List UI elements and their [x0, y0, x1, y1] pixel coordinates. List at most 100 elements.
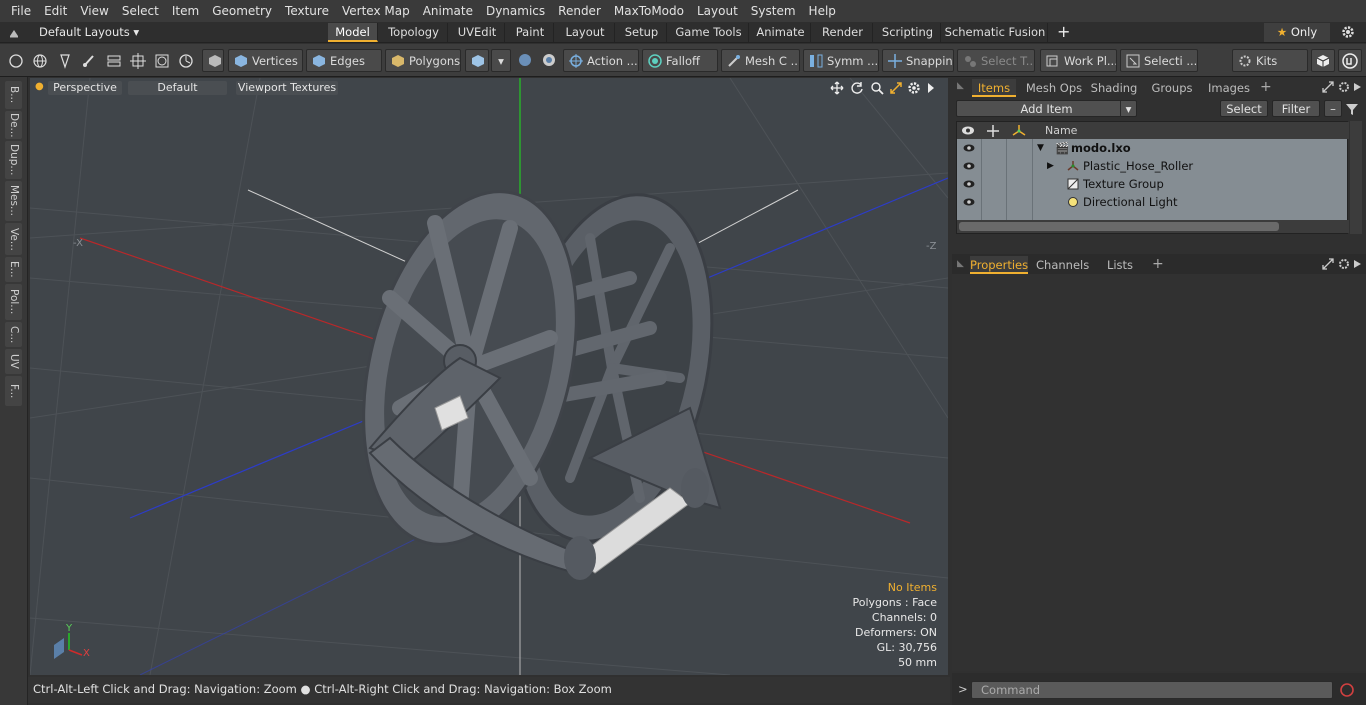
collapse-button[interactable]: –: [1324, 100, 1342, 117]
tab-render[interactable]: Render: [813, 23, 873, 42]
snapping-button[interactable]: Snapping: [882, 49, 954, 72]
3d-viewport[interactable]: -X -Z Y X ● Perspective Default Viewport…: [30, 78, 948, 675]
panel-menu-icon[interactable]: ◣: [957, 81, 964, 91]
command-input[interactable]: Command: [971, 681, 1333, 699]
globe-icon[interactable]: [32, 53, 48, 69]
menu-system[interactable]: System: [744, 0, 802, 22]
tab-lists[interactable]: Lists: [1096, 256, 1144, 274]
pen-icon[interactable]: [57, 53, 73, 69]
eye-icon[interactable]: [963, 196, 975, 208]
material-mode-button[interactable]: [465, 49, 489, 72]
tab-setup[interactable]: Setup: [617, 23, 667, 42]
rotate-icon[interactable]: [850, 81, 864, 95]
viewport-gear-icon[interactable]: [907, 81, 921, 95]
menu-layout[interactable]: Layout: [690, 0, 744, 22]
lock-column-icon[interactable]: [987, 125, 999, 137]
viewport-canvas[interactable]: [30, 78, 948, 675]
snap-sphere-icon[interactable]: [517, 52, 533, 68]
left-tab-vertex[interactable]: Ve...: [5, 223, 22, 255]
menu-animate[interactable]: Animate: [416, 0, 479, 22]
item-row-mesh[interactable]: ▶ Plastic_Hose_Roller: [957, 157, 1349, 175]
expand-arrow-icon[interactable]: ▼: [1037, 139, 1044, 157]
selection-sets-button[interactable]: Selecti ...: [1120, 49, 1198, 72]
unreal-button[interactable]: [1338, 49, 1362, 72]
panel-maximize-icon[interactable]: [1322, 258, 1334, 270]
symmetry-button[interactable]: Symm ...: [803, 49, 879, 72]
menu-maxtomodo[interactable]: MaxToModo: [607, 0, 690, 22]
visibility-column-icon[interactable]: [961, 125, 975, 136]
tab-schematic-fusion[interactable]: Schematic Fusion: [943, 23, 1048, 42]
mode-dropdown-button[interactable]: ▾: [491, 49, 511, 72]
left-tab-deform[interactable]: De...: [5, 111, 22, 139]
mesh-constraint-button[interactable]: Mesh C ...: [721, 49, 800, 72]
tab-properties[interactable]: Properties: [970, 256, 1028, 274]
record-icon[interactable]: [1339, 682, 1355, 698]
layout-menu-icon[interactable]: [8, 27, 20, 39]
center-icon[interactable]: [130, 53, 146, 69]
left-tab-basic[interactable]: B...: [5, 81, 22, 109]
timer-icon[interactable]: [178, 53, 194, 69]
add-layout-tab-button[interactable]: +: [1057, 22, 1070, 42]
item-row-light[interactable]: Directional Light: [957, 193, 1349, 211]
select-circle-icon[interactable]: [8, 53, 24, 69]
tab-topology[interactable]: Topology: [380, 23, 448, 42]
action-center-button[interactable]: Action ...: [563, 49, 639, 72]
tab-uvedit[interactable]: UVEdit: [450, 23, 505, 42]
select-button[interactable]: Select: [1220, 100, 1268, 117]
kits-button[interactable]: Kits: [1232, 49, 1308, 72]
panel-menu-icon[interactable]: ◣: [957, 259, 964, 269]
tab-animate[interactable]: Animate: [751, 23, 811, 42]
menu-geometry[interactable]: Geometry: [205, 0, 278, 22]
zoom-icon[interactable]: [870, 81, 884, 95]
select-through-button[interactable]: Select T...: [957, 49, 1035, 72]
item-mode-button[interactable]: [202, 49, 224, 72]
brush-icon[interactable]: [81, 53, 97, 69]
pan-icon[interactable]: [830, 81, 844, 95]
tab-game-tools[interactable]: Game Tools: [669, 23, 749, 42]
add-tab-icon[interactable]: +: [1260, 79, 1272, 95]
tab-paint[interactable]: Paint: [507, 23, 554, 42]
modo-cube-button[interactable]: [1311, 49, 1335, 72]
menu-texture[interactable]: Texture: [278, 0, 335, 22]
panel-expand-icon[interactable]: [1353, 82, 1362, 92]
scrollbar-thumb[interactable]: [959, 222, 1279, 231]
tab-groups[interactable]: Groups: [1148, 79, 1196, 97]
tab-shading[interactable]: Shading: [1088, 79, 1140, 97]
element-icon[interactable]: [154, 53, 170, 69]
edges-button[interactable]: Edges: [306, 49, 382, 72]
item-row-scene[interactable]: ▼ 🎬 modo.lxo: [957, 139, 1349, 157]
only-toggle[interactable]: ★ Only: [1264, 23, 1330, 42]
add-tab-icon[interactable]: +: [1152, 256, 1164, 272]
menu-render[interactable]: Render: [551, 0, 607, 22]
menu-select[interactable]: Select: [115, 0, 165, 22]
tab-items[interactable]: Items: [972, 79, 1016, 97]
tab-images[interactable]: Images: [1204, 79, 1254, 97]
hose-reel-model[interactable]: [329, 169, 741, 580]
menu-view[interactable]: View: [73, 0, 114, 22]
menu-help[interactable]: Help: [802, 0, 842, 22]
panel-gear-icon[interactable]: [1338, 81, 1350, 93]
item-row-texture-group[interactable]: Texture Group: [957, 175, 1349, 193]
menu-file[interactable]: File: [4, 0, 37, 22]
viewport-expand-icon[interactable]: [926, 82, 936, 94]
menu-item[interactable]: Item: [165, 0, 205, 22]
vertical-scrollbar[interactable]: [1350, 121, 1362, 234]
polygons-button[interactable]: Polygons: [385, 49, 461, 72]
view-mode-selector[interactable]: Perspective: [48, 81, 122, 95]
gear-icon[interactable]: [1341, 25, 1355, 39]
tab-layout[interactable]: Layout: [556, 23, 615, 42]
expand-arrow-icon[interactable]: ▶: [1047, 157, 1054, 175]
left-tab-polygon[interactable]: Pol...: [5, 284, 22, 320]
tab-mesh-ops[interactable]: Mesh Ops: [1024, 79, 1084, 97]
mirror-icon[interactable]: [106, 53, 122, 69]
layout-selector[interactable]: Default Layouts ▾: [39, 24, 139, 41]
panel-gear-icon[interactable]: [1338, 258, 1350, 270]
eye-icon[interactable]: [963, 178, 975, 190]
add-item-dropdown[interactable]: Add Item ▾: [956, 100, 1137, 117]
shading-selector[interactable]: Default: [128, 81, 227, 95]
menu-dynamics[interactable]: Dynamics: [479, 0, 551, 22]
left-tab-curve[interactable]: C...: [5, 322, 22, 347]
falloff-button[interactable]: Falloff: [642, 49, 718, 72]
work-plane-button[interactable]: Work Pl...: [1040, 49, 1117, 72]
left-tab-edge[interactable]: E...: [5, 257, 22, 282]
